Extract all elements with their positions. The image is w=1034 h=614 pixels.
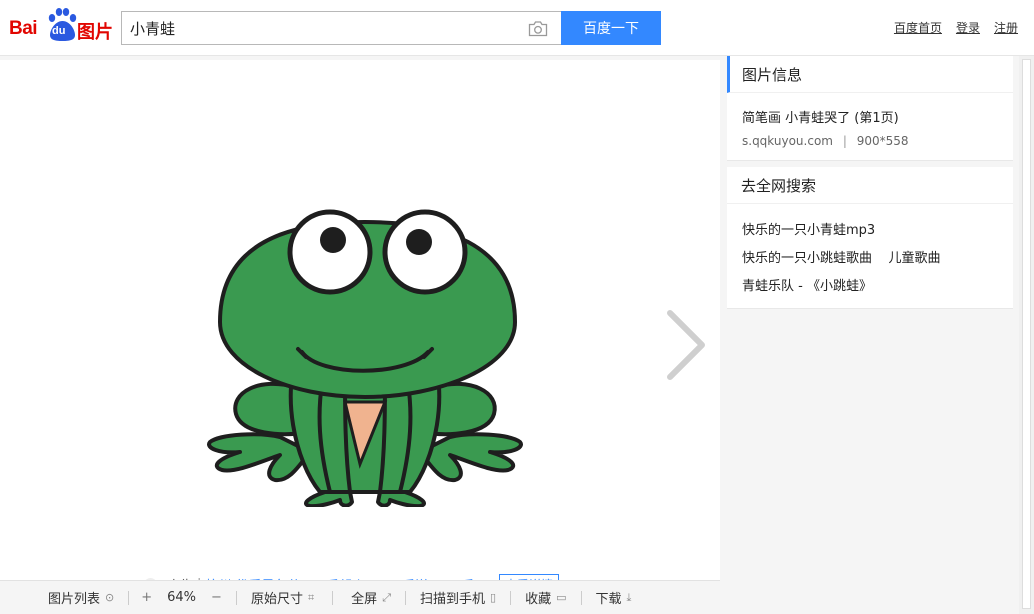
web-search-panel: 去全网搜索 快乐的一只小青蛙mp3 快乐的一只小跳蛙歌曲 儿童歌曲 青蛙乐队 -… (727, 167, 1013, 309)
image-info-title[interactable]: 简笔画 小青蛙哭了 (第1页) (727, 93, 1013, 126)
download-icon: ⤓ (626, 590, 632, 604)
folder-icon: ▭ (556, 591, 567, 604)
zoom-controls: + 64% − (141, 590, 222, 605)
meta-separator: | (842, 134, 847, 148)
download-button[interactable]: 下载 ⤓ (595, 588, 632, 608)
original-size-label: 原始尺寸 (250, 592, 303, 607)
top-bar: Bai du 图片 百度一下 百度首页 登录 注册 (0, 0, 1034, 56)
web-search-heading: 去全网搜索 (727, 167, 1013, 204)
image-list-button[interactable]: 图片列表 ⊙ (48, 588, 114, 607)
zoom-out-button[interactable]: − (211, 590, 222, 605)
fullscreen-label: 全屏 (351, 592, 378, 607)
image-viewer: × 广告 | 杭州 优质黑鱼苗5元/斤起 订1000斤送2000斤 ... 查看… (0, 60, 720, 595)
zoom-level: 64% (167, 590, 197, 605)
link-register[interactable]: 注册 (994, 19, 1018, 36)
image-source[interactable]: s.qqkuyou.com (742, 134, 833, 148)
page-scrollbar[interactable] (1019, 56, 1034, 614)
web-search-item[interactable]: 快乐的一只小青蛙mp3 (742, 214, 998, 242)
original-size-button[interactable]: 原始尺寸 ⌗ (250, 588, 315, 608)
toolbar-divider (235, 590, 237, 605)
link-baidu-home[interactable]: 百度首页 (894, 19, 942, 36)
image-info-heading: 图片信息 (727, 56, 1013, 93)
scrollbar-thumb[interactable] (1022, 59, 1031, 609)
fullscreen-button[interactable]: 全屏 ⤢ (351, 588, 391, 608)
scan-to-phone-label: 扫描到手机 (420, 592, 486, 607)
zoom-in-button[interactable]: + (141, 590, 152, 605)
search-button[interactable]: 百度一下 (561, 11, 661, 45)
image-info-meta: s.qqkuyou.com | 900*558 (727, 126, 1013, 160)
web-search-list: 快乐的一只小青蛙mp3 快乐的一只小跳蛙歌曲 儿童歌曲 青蛙乐队 - 《小跳蛙》 (727, 204, 1013, 308)
scan-to-phone-button[interactable]: 扫描到手机 ▯ (420, 588, 496, 607)
logo-suffix-text: 图片 (77, 22, 113, 43)
download-label: 下载 (595, 592, 622, 607)
toolbar-divider (580, 590, 582, 605)
image-list-label: 图片列表 (48, 592, 101, 607)
image-info-panel: 图片信息 简笔画 小青蛙哭了 (第1页) s.qqkuyou.com | 900… (727, 56, 1013, 161)
logo-bai-text: Bai (9, 18, 38, 39)
toolbar-divider (128, 590, 130, 605)
favorite-button[interactable]: 收藏 ▭ (525, 588, 566, 607)
link-login[interactable]: 登录 (956, 19, 980, 36)
web-search-item[interactable]: 快乐的一只小跳蛙歌曲 儿童歌曲 (742, 242, 998, 270)
favorite-label: 收藏 (525, 592, 552, 607)
toolbar-divider (332, 590, 334, 605)
image-size: 900*558 (856, 134, 909, 148)
web-search-item[interactable]: 青蛙乐队 - 《小跳蛙》 (742, 270, 998, 298)
logo-du-text: du (52, 25, 66, 37)
side-panel: 图片信息 简笔画 小青蛙哭了 (第1页) s.qqkuyou.com | 900… (727, 56, 1013, 309)
frog-image[interactable] (200, 152, 530, 507)
phone-icon: ▯ (490, 591, 497, 604)
fullscreen-icon: ⤢ (382, 590, 391, 604)
search-input[interactable] (130, 17, 510, 39)
baidu-image-logo[interactable]: Bai du 图片 (9, 8, 113, 44)
viewer-toolbar: 图片列表 ⊙ + 64% − 原始尺寸 ⌗ 全屏 ⤢ 扫描到手机 ▯ 收藏 ▭ … (0, 580, 720, 614)
search-box (121, 11, 562, 45)
top-links: 百度首页 登录 注册 (894, 19, 1018, 36)
toolbar-divider (510, 590, 512, 605)
camera-icon[interactable] (528, 20, 548, 37)
toolbar-divider (405, 590, 406, 605)
chevron-up-circle-icon: ⊙ (105, 591, 115, 604)
next-image-arrow-icon[interactable] (662, 305, 712, 385)
original-size-icon: ⌗ (307, 590, 315, 604)
